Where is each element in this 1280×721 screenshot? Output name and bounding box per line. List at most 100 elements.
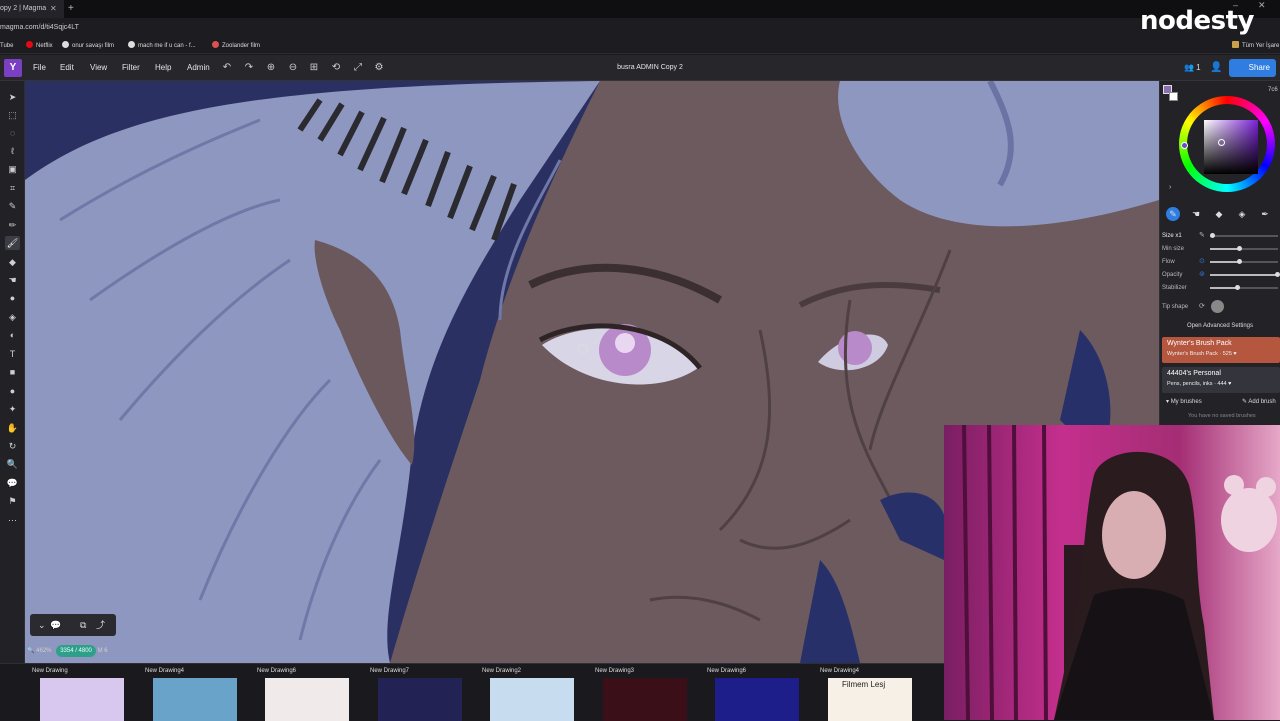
my-brushes-toggle[interactable]: ▾ My brushes — [1166, 398, 1202, 407]
file-name[interactable]: New Drawing6 — [257, 667, 296, 675]
redo-icon[interactable]: ↷ — [242, 61, 256, 75]
bookmark-onur[interactable]: onur savaşı film — [62, 41, 114, 51]
share-button[interactable]: Share — [1229, 59, 1276, 77]
slider-track[interactable] — [1210, 259, 1278, 264]
file-name[interactable]: New Drawing — [32, 667, 68, 675]
zoom-out-icon[interactable]: ⊖ — [286, 61, 300, 75]
size-knob[interactable] — [1210, 233, 1215, 238]
file-name[interactable]: New Drawing3 — [595, 667, 634, 675]
menu-help[interactable]: Help — [155, 62, 171, 74]
circle-tool-icon[interactable]: ● — [5, 384, 20, 398]
add-user-icon[interactable]: 👤 — [1210, 61, 1222, 75]
bookmark-zoolander[interactable]: Zoolander film — [212, 41, 260, 51]
brush-tool-icon[interactable]: 🖌 — [5, 236, 20, 250]
eraser-tool-icon[interactable]: ◆ — [5, 255, 20, 269]
menu-filter[interactable]: Filter — [122, 62, 140, 74]
brush-tab-brush[interactable]: ✎ — [1166, 207, 1180, 221]
comment-tool-icon[interactable]: 💬 — [5, 476, 20, 490]
url-text[interactable]: magma.com/d/ti4Sqjc4LT — [0, 22, 79, 34]
menu-view[interactable]: View — [90, 62, 107, 74]
flow-pressure-icon[interactable]: ⊙ — [1199, 258, 1205, 266]
export-icon[interactable]: ⤴ — [96, 618, 105, 632]
background-color-swatch[interactable] — [1169, 92, 1178, 101]
rotate-icon[interactable]: ⟲ — [329, 61, 343, 75]
reference-tool-icon[interactable]: ⚑ — [5, 494, 20, 508]
transform-tool-icon[interactable]: ▣ — [5, 162, 20, 176]
move-tool-icon[interactable]: ➤ — [5, 90, 20, 104]
blur-tool-icon[interactable]: ● — [5, 291, 20, 305]
sv-handle[interactable] — [1218, 139, 1225, 146]
brush-tab-eraser[interactable]: ◆ — [1212, 207, 1226, 221]
collaborators-count[interactable]: 👥 1 — [1184, 62, 1201, 74]
file-thumbnail[interactable] — [265, 678, 349, 721]
add-brush-button[interactable]: ✎ Add brush — [1242, 398, 1276, 407]
file-thumbnail[interactable] — [40, 678, 124, 721]
menu-admin[interactable]: Admin — [187, 62, 210, 74]
star-tool-icon[interactable]: ✦ — [5, 402, 20, 416]
bookmark-netflix[interactable]: Netflix — [26, 41, 53, 51]
slider-track[interactable] — [1210, 272, 1280, 277]
lasso-tool-icon[interactable]: ℓ — [5, 144, 20, 158]
collapse-icon[interactable]: ⌄ — [38, 618, 46, 632]
file-thumbnail[interactable] — [378, 678, 462, 721]
brush-pack-wynter[interactable]: Wynter's Brush Pack Wynter's Brush Pack … — [1162, 337, 1280, 363]
menu-file[interactable]: File — [33, 62, 46, 74]
slider-track[interactable] — [1210, 246, 1278, 251]
window-close-icon[interactable]: ✕ — [1258, 0, 1266, 10]
tab-close-icon[interactable]: ✕ — [50, 0, 57, 18]
file-thumbnail[interactable] — [715, 678, 799, 721]
file-name[interactable]: New Drawing4 — [145, 667, 184, 675]
crop-tool-icon[interactable]: ⌗ — [5, 181, 20, 195]
address-bar[interactable]: magma.com/d/ti4Sqjc4LT — [0, 18, 1280, 38]
slider-track[interactable] — [1210, 285, 1278, 290]
eyedropper-tool-icon[interactable]: ✎ — [5, 199, 20, 213]
brush-pack-personal[interactable]: 44404's Personal Pens, pencils, inks · 4… — [1162, 367, 1280, 393]
pressure-icon[interactable]: ✎ — [1199, 232, 1205, 240]
new-tab-icon[interactable]: + — [68, 0, 74, 18]
slider-knob[interactable] — [1236, 259, 1242, 264]
fullscreen-icon[interactable]: ⤢ — [351, 61, 365, 75]
brush-tab-pen[interactable]: ✒ — [1258, 207, 1272, 221]
more-tools-icon[interactable]: ⋯ — [5, 513, 20, 527]
expand-color-icon[interactable]: › — [1169, 184, 1171, 191]
fill-tool-icon[interactable]: ◈ — [5, 310, 20, 324]
file-thumbnail[interactable]: Filmem Lesj — [828, 678, 912, 721]
file-thumbnail[interactable] — [153, 678, 237, 721]
zoom-tool-icon[interactable]: 🔍 — [5, 457, 20, 471]
document-title[interactable]: busra ADMIN Copy 2 — [600, 62, 700, 74]
zoom-in-icon[interactable]: ⊕ — [264, 61, 278, 75]
chat-icon[interactable]: 💬 — [50, 618, 61, 632]
file-thumbnail[interactable] — [603, 678, 687, 721]
rect-select-tool-icon[interactable]: ⬚ — [5, 108, 20, 122]
rotate-view-tool-icon[interactable]: ↻ — [5, 439, 20, 453]
all-bookmarks[interactable]: Tüm Yer İşare — [1232, 41, 1279, 51]
shape-tool-icon[interactable]: ■ — [5, 365, 20, 379]
saturation-value-square[interactable] — [1204, 120, 1258, 174]
copy-icon[interactable]: ⧉ — [80, 618, 86, 632]
opacity-pressure-icon[interactable]: ⊚ — [1199, 271, 1205, 279]
gradient-tool-icon[interactable]: ◐ — [5, 328, 20, 342]
fit-icon[interactable]: ⊞ — [307, 61, 321, 75]
advanced-settings-button[interactable]: Open Advanced Settings — [1160, 320, 1280, 332]
file-name[interactable]: New Drawing2 — [482, 667, 521, 675]
file-name[interactable]: New Drawing4 — [820, 667, 859, 675]
bookmark-tube[interactable]: Tube — [0, 41, 13, 51]
slider-knob[interactable] — [1236, 246, 1242, 251]
ellipse-select-tool-icon[interactable]: ◌ — [5, 126, 20, 140]
file-thumbnail[interactable] — [490, 678, 574, 721]
reset-icon[interactable]: ⟳ — [1199, 303, 1205, 311]
menu-edit[interactable]: Edit — [60, 62, 74, 74]
tip-shape-thumbnail[interactable] — [1211, 300, 1224, 313]
size-slider[interactable] — [1210, 233, 1278, 238]
brush-tab-smudge[interactable]: ☚ — [1189, 207, 1203, 221]
hand-tool-icon[interactable]: ✋ — [5, 421, 20, 435]
undo-icon[interactable]: ↶ — [220, 61, 234, 75]
zoom-level[interactable]: 462% — [36, 648, 51, 654]
hue-handle[interactable] — [1181, 142, 1188, 149]
settings-icon[interactable]: ⚙ — [372, 61, 386, 75]
pencil-tool-icon[interactable]: ✏ — [5, 218, 20, 232]
app-logo[interactable]: Y — [4, 59, 22, 77]
brush-tab-fill[interactable]: ◈ — [1235, 207, 1249, 221]
bookmark-mach[interactable]: mach me if u can - f... — [128, 41, 196, 51]
file-name[interactable]: New Drawing7 — [370, 667, 409, 675]
